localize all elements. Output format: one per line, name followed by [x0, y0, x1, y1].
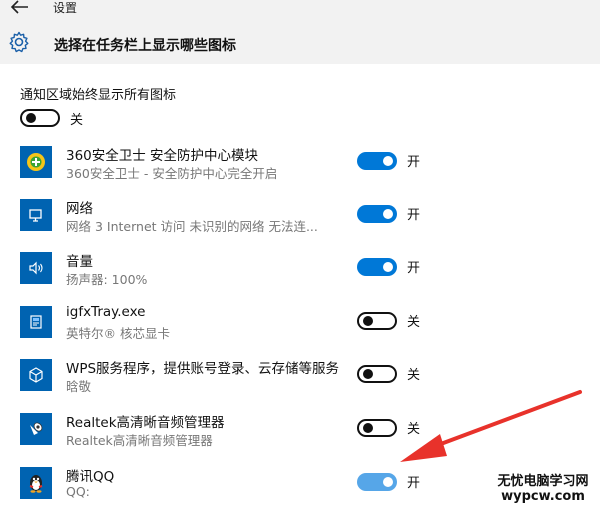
intel-graphics-icon [20, 306, 52, 338]
app-name: igfxTray.exe [66, 304, 146, 320]
toggle-state: 开 [407, 155, 421, 170]
toggle-knob [363, 423, 373, 433]
toggle-state: 开 [407, 261, 421, 276]
list-item-network: 网络 网络 3 Internet 访问 未识别的网络 无法连... 开 [0, 199, 600, 253]
page-title: 选择在任务栏上显示哪些图标 [54, 38, 236, 54]
qq-penguin-icon [20, 467, 52, 499]
always-show-label: 通知区域始终显示所有图标 [20, 88, 177, 103]
app-name: Realtek高清晰音频管理器 [66, 415, 225, 431]
list-item-volume: 音量 扬声器: 100% 开 [0, 252, 600, 306]
app-desc: 360安全卫士 - 安全防护中心完全开启 [66, 166, 278, 181]
realtek-speaker-icon [20, 413, 52, 445]
top-bar: 设置 选择在任务栏上显示哪些图标 [0, 0, 600, 64]
list-item-360: 360安全卫士 安全防护中心模块 360安全卫士 - 安全防护中心完全开启 开 [0, 146, 600, 200]
app-desc: QQ: [66, 484, 90, 499]
always-show-state: 关 [70, 113, 84, 128]
toggle-knob [383, 156, 393, 166]
toggle-state: 关 [407, 315, 421, 330]
window-title: 设置 [53, 1, 78, 15]
360-shield-icon [20, 146, 52, 178]
list-item-realtek: Realtek高清晰音频管理器 Realtek高清晰音频管理器 关 [0, 413, 600, 467]
gear-icon [8, 31, 30, 53]
app-desc: 网络 3 Internet 访问 未识别的网络 无法连... [66, 219, 318, 234]
toggle-knob [383, 209, 393, 219]
toggle-qq[interactable] [357, 473, 397, 491]
toggle-knob [363, 316, 373, 326]
toggle-wps[interactable] [357, 365, 397, 383]
toggle-state: 关 [407, 368, 421, 383]
toggle-realtek[interactable] [357, 419, 397, 437]
watermark-line2: wypcw.com [501, 489, 585, 504]
toggle-igfxtray[interactable] [357, 312, 397, 330]
toggle-knob [363, 369, 373, 379]
toggle-state: 关 [407, 422, 421, 437]
toggle-knob [383, 262, 393, 272]
toggle-knob [383, 477, 393, 487]
list-item-igfxtray: igfxTray.exe 英特尔® 核芯显卡 关 [0, 304, 600, 360]
app-name: WPS服务程序，提供账号登录、云存储等服务 [66, 361, 340, 377]
always-show-toggle[interactable] [20, 109, 60, 127]
wps-cube-icon [20, 359, 52, 391]
app-name: 360安全卫士 安全防护中心模块 [66, 148, 259, 164]
app-desc: 扬声器: 100% [66, 272, 148, 287]
back-arrow-icon[interactable] [10, 0, 30, 14]
app-desc: 英特尔® 核芯显卡 [66, 326, 170, 341]
list-item-wps: WPS服务程序，提供账号登录、云存储等服务 晗敬 关 [0, 359, 600, 413]
toggle-state: 开 [407, 476, 421, 491]
toggle-knob [26, 113, 36, 123]
toggle-state: 开 [407, 208, 421, 223]
toggle-network[interactable] [357, 205, 397, 223]
network-icon [20, 199, 52, 231]
app-name: 网络 [66, 201, 93, 217]
toggle-360[interactable] [357, 152, 397, 170]
app-desc: 晗敬 [66, 379, 92, 394]
watermark: 无忧电脑学习网 wypcw.com [488, 470, 598, 504]
app-name: 音量 [66, 254, 93, 270]
watermark-line1: 无忧电脑学习网 [497, 474, 589, 489]
app-name: 腾讯QQ [66, 469, 115, 485]
speaker-icon [20, 252, 52, 284]
toggle-volume[interactable] [357, 258, 397, 276]
app-desc: Realtek高清晰音频管理器 [66, 433, 213, 448]
